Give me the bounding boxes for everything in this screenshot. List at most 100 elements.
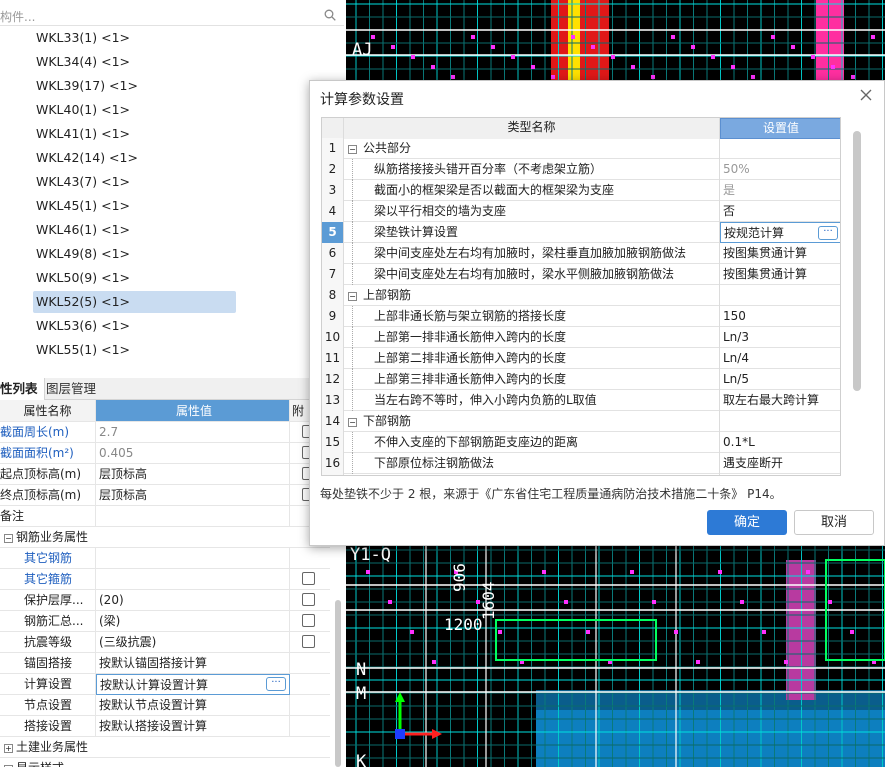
tree-item[interactable]: WKL53(6) <1> (33, 315, 236, 337)
collapse-icon[interactable]: − (348, 418, 357, 427)
property-value[interactable]: 层顶标高 (96, 464, 290, 485)
property-value[interactable] (96, 569, 290, 590)
grid-scrollbar[interactable] (853, 131, 861, 391)
property-row[interactable]: 钢筋汇总... (梁) (0, 611, 330, 632)
setting-value[interactable]: 0.1*L (720, 432, 840, 453)
search-input[interactable]: 构件... (0, 8, 35, 25)
setting-value[interactable]: 按图集贯通计算 (720, 264, 840, 285)
grid-row[interactable]: 17 (322, 474, 840, 475)
more-options-icon[interactable]: ··· (818, 226, 838, 240)
grid-row[interactable]: 6 梁中间支座处左右均有加腋时，梁柱垂直加腋加腋钢筋做法 按图集贯通计算 (322, 243, 840, 264)
tree-item[interactable]: WKL40(1) <1> (33, 99, 236, 121)
collapse-icon[interactable]: − (4, 534, 13, 543)
setting-value[interactable]: 150 (720, 306, 840, 327)
collapse-icon[interactable]: − (348, 292, 357, 301)
property-value[interactable]: (梁) (96, 611, 290, 632)
grid-row[interactable]: 13 当左右跨不等时，伸入小跨内负筋的L取值 取左右最大跨计算 (322, 390, 840, 411)
tree-item[interactable]: WKL49(8) <1> (33, 243, 236, 265)
setting-value[interactable]: Ln/3 (720, 327, 840, 348)
tree-item[interactable]: WKL45(1) <1> (33, 195, 236, 217)
property-row[interactable]: +显示样式 (0, 758, 330, 767)
close-icon[interactable] (858, 87, 874, 103)
property-row[interactable]: 保护层厚... (20) (0, 590, 330, 611)
grid-row[interactable]: 11 上部第二排非通长筋伸入跨内的长度 Ln/4 (322, 348, 840, 369)
property-row[interactable]: − 钢筋业务属性 (0, 527, 330, 548)
property-row[interactable]: + 土建业务属性 (0, 737, 330, 758)
property-scrollbar[interactable] (335, 600, 341, 767)
property-row[interactable]: 备注 (0, 506, 330, 527)
tree-item[interactable]: WKL33(1) <1> (33, 27, 236, 49)
setting-value[interactable]: 取左右最大跨计算 (720, 390, 840, 411)
setting-value[interactable]: 按图集贯通计算 (720, 243, 840, 264)
collapse-icon[interactable]: − (348, 145, 357, 154)
search-bar[interactable]: 构件... (0, 4, 344, 26)
setting-value[interactable]: 按规范计算 ··· (720, 222, 840, 243)
attach-checkbox[interactable] (302, 572, 315, 585)
property-value[interactable]: (三级抗震) (96, 632, 290, 653)
attach-checkbox[interactable] (302, 614, 315, 627)
grid-section-row[interactable]: 14− 下部钢筋 (322, 411, 840, 432)
setting-value[interactable]: 否 (720, 201, 840, 222)
setting-value[interactable]: 50% (720, 159, 840, 180)
tree-item[interactable]: WKL46(1) <1> (33, 219, 236, 241)
setting-value[interactable] (720, 411, 840, 432)
expand-icon[interactable]: + (4, 744, 13, 753)
tab-property-list[interactable]: 性列表 (0, 378, 45, 400)
tree-item[interactable]: WKL43(7) <1> (33, 171, 236, 193)
grid-section-row[interactable]: 1− 公共部分 (322, 138, 840, 159)
grid-row[interactable]: 9 上部非通长筋与架立钢筋的搭接长度 150 (322, 306, 840, 327)
grid-row[interactable]: 2 纵筋搭接接头错开百分率（不考虑架立筋） 50% (322, 159, 840, 180)
tree-item[interactable]: WKL41(1) <1> (33, 123, 236, 145)
tree-item[interactable]: WKL55(1) <1> (33, 339, 236, 361)
property-row[interactable]: 抗震等级 (三级抗震) (0, 632, 330, 653)
grid-section-row[interactable]: 8− 上部钢筋 (322, 285, 840, 306)
grid-row[interactable]: 10 上部第一排非通长筋伸入跨内的长度 Ln/3 (322, 327, 840, 348)
panel-splitter[interactable] (0, 366, 346, 378)
tab-layer-manager[interactable]: 图层管理 (40, 378, 102, 400)
setting-value[interactable] (720, 285, 840, 306)
ok-button[interactable]: 确定 (707, 510, 787, 535)
property-value[interactable] (96, 506, 290, 527)
property-value[interactable]: 0.405 (96, 443, 290, 464)
attach-checkbox[interactable] (302, 593, 315, 606)
grid-row[interactable]: 4 梁以平行相交的墙为支座 否 (322, 201, 840, 222)
tree-item[interactable]: WKL34(4) <1> (33, 51, 236, 73)
grid-row[interactable]: 5 梁垫铁计算设置 按规范计算 ··· (322, 222, 840, 243)
search-icon[interactable] (324, 9, 336, 21)
setting-value[interactable]: 遇支座断开 (720, 453, 840, 474)
grid-row[interactable]: 12 上部第三排非通长筋伸入跨内的长度 Ln/5 (322, 369, 840, 390)
property-row[interactable]: 计算设置 按默认计算设置计算 ··· (0, 674, 330, 695)
property-row[interactable]: 其它钢筋 (0, 548, 330, 569)
tree-item[interactable]: WKL42(14) <1> (33, 147, 236, 169)
grid-row[interactable]: 16 下部原位标注钢筋做法 遇支座断开 (322, 453, 840, 474)
property-value[interactable]: 2.7 (96, 422, 290, 443)
property-row[interactable]: 截面周长(m) 2.7 (0, 422, 330, 443)
property-value[interactable]: 按默认计算设置计算 (96, 674, 290, 695)
property-row[interactable]: 其它箍筋 (0, 569, 330, 590)
property-row[interactable]: 搭接设置 按默认搭接设置计算 (0, 716, 330, 737)
cancel-button[interactable]: 取消 (794, 510, 874, 535)
tree-item[interactable]: WKL52(5) <1> (33, 291, 236, 313)
property-row[interactable]: 终点顶标高(m) 层顶标高 (0, 485, 330, 506)
grid-row[interactable]: 7 梁中间支座处左右均有加腋时，梁水平侧腋加腋钢筋做法 按图集贯通计算 (322, 264, 840, 285)
property-value[interactable] (96, 548, 290, 569)
property-value[interactable]: 层顶标高 (96, 485, 290, 506)
more-options-icon[interactable]: ··· (266, 677, 286, 691)
property-row[interactable]: 截面面积(m²) 0.405 (0, 443, 330, 464)
tree-item[interactable]: WKL39(17) <1> (33, 75, 236, 97)
property-value[interactable]: 按默认锚固搭接计算 (96, 653, 290, 674)
tree-item[interactable]: WKL50(9) <1> (33, 267, 236, 289)
setting-value[interactable]: 是 (720, 180, 840, 201)
setting-value[interactable] (720, 138, 840, 159)
property-row[interactable]: 锚固搭接 按默认锚固搭接计算 (0, 653, 330, 674)
property-value[interactable]: (20) (96, 590, 290, 611)
grid-row[interactable]: 15 不伸入支座的下部钢筋距支座边的距离 0.1*L (322, 432, 840, 453)
setting-value[interactable]: Ln/5 (720, 369, 840, 390)
grid-row[interactable]: 3 截面小的框架梁是否以截面大的框架梁为支座 是 (322, 180, 840, 201)
property-row[interactable]: 起点顶标高(m) 层顶标高 (0, 464, 330, 485)
attach-checkbox[interactable] (302, 635, 315, 648)
setting-value[interactable] (720, 474, 840, 475)
setting-value[interactable]: Ln/4 (720, 348, 840, 369)
property-value[interactable]: 按默认搭接设置计算 (96, 716, 290, 737)
property-row[interactable]: 节点设置 按默认节点设置计算 (0, 695, 330, 716)
